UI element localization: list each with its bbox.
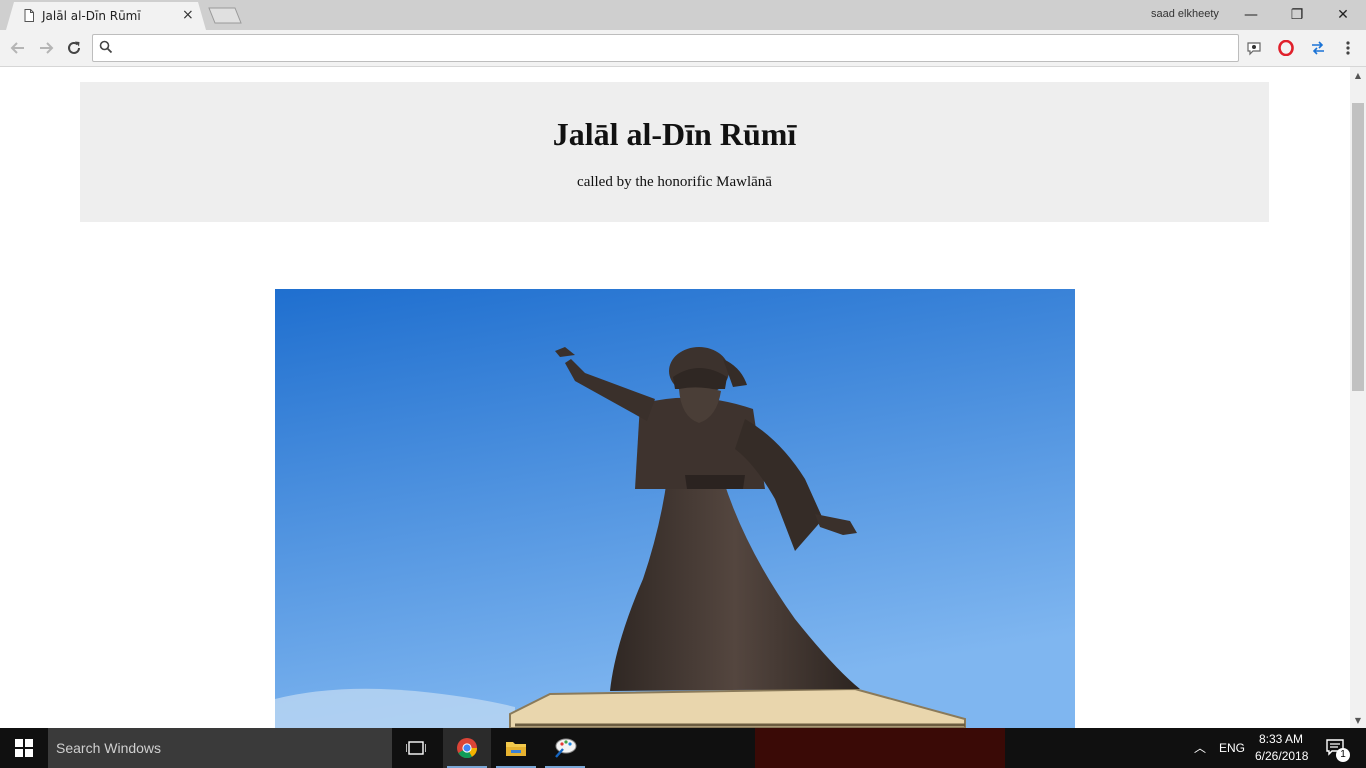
tab-active[interactable]: Jalāl al-Dīn Rūmī × — [6, 2, 206, 30]
menu-kebab-icon[interactable] — [1338, 38, 1358, 58]
input-language[interactable]: ENG — [1219, 741, 1245, 755]
rumi-statue-image — [275, 289, 1075, 728]
folder-icon — [506, 742, 526, 756]
action-center-button[interactable]: 1 — [1316, 728, 1356, 768]
start-button[interactable] — [0, 728, 48, 768]
opera-icon[interactable] — [1276, 38, 1296, 58]
forward-arrow-icon — [40, 42, 54, 54]
windows-taskbar: Search Windows ︿ ENG 8:33 AM 6/26/2018 1 — [0, 728, 1366, 768]
scroll-down-arrow-icon[interactable]: ▼ — [1350, 712, 1366, 728]
close-button[interactable]: ✕ — [1320, 0, 1366, 30]
browser-toolbar — [0, 30, 1366, 67]
taskbar-search-box[interactable]: Search Windows — [48, 728, 392, 768]
chrome-icon — [457, 738, 478, 759]
extension-speech-icon[interactable] — [1244, 38, 1264, 58]
page-subtitle: called by the honorific Mawlānā — [577, 174, 772, 190]
page-header: Jalāl al-Dīn Rūmī called by the honorifi… — [80, 82, 1269, 222]
search-icon — [99, 40, 113, 54]
task-view-icon — [406, 741, 426, 755]
taskbar-search-placeholder: Search Windows — [56, 740, 162, 756]
taskbar-chrome[interactable] — [443, 728, 491, 768]
reload-icon — [68, 41, 80, 54]
tab-close-button[interactable]: × — [182, 7, 194, 23]
maximize-button[interactable]: ❐ — [1274, 0, 1320, 30]
scroll-thumb[interactable] — [1352, 103, 1364, 391]
forward-button[interactable] — [34, 36, 58, 60]
minimize-button[interactable]: — — [1228, 0, 1274, 30]
page-title: Jalāl al-Dīn Rūmī — [552, 116, 797, 152]
sync-arrows-icon[interactable] — [1308, 38, 1328, 58]
back-button[interactable] — [6, 36, 30, 60]
windows-logo-icon — [15, 739, 33, 757]
profile-name[interactable]: saad elkheety — [1151, 8, 1219, 20]
notification-count-badge: 1 — [1336, 748, 1350, 762]
clock-time[interactable]: 8:33 AM — [1259, 732, 1303, 746]
back-arrow-icon — [10, 42, 24, 54]
scroll-up-arrow-icon[interactable]: ▲ — [1350, 67, 1366, 83]
clock-date[interactable]: 6/26/2018 — [1255, 749, 1308, 763]
document-icon — [24, 9, 34, 22]
taskbar-paint-app[interactable] — [541, 728, 589, 768]
browser-title-bar: Jalāl al-Dīn Rūmī × saad elkheety — ❐ ✕ — [0, 0, 1366, 30]
address-bar[interactable] — [92, 34, 1239, 62]
tab-title: Jalāl al-Dīn Rūmī — [42, 9, 141, 23]
reload-button[interactable] — [62, 36, 86, 60]
address-input[interactable] — [121, 38, 1225, 58]
taskbar-background-art — [755, 728, 1005, 768]
new-tab-button[interactable] — [208, 7, 242, 24]
page-viewport: Jalāl al-Dīn Rūmī called by the honorifi… — [0, 67, 1350, 728]
vertical-scrollbar[interactable]: ▲ ▼ — [1350, 67, 1366, 728]
taskbar-file-explorer[interactable] — [492, 728, 540, 768]
show-hidden-icons-chevron-icon[interactable]: ︿ — [1194, 739, 1206, 756]
paint-palette-icon — [555, 738, 577, 758]
task-view-button[interactable] — [392, 728, 440, 768]
